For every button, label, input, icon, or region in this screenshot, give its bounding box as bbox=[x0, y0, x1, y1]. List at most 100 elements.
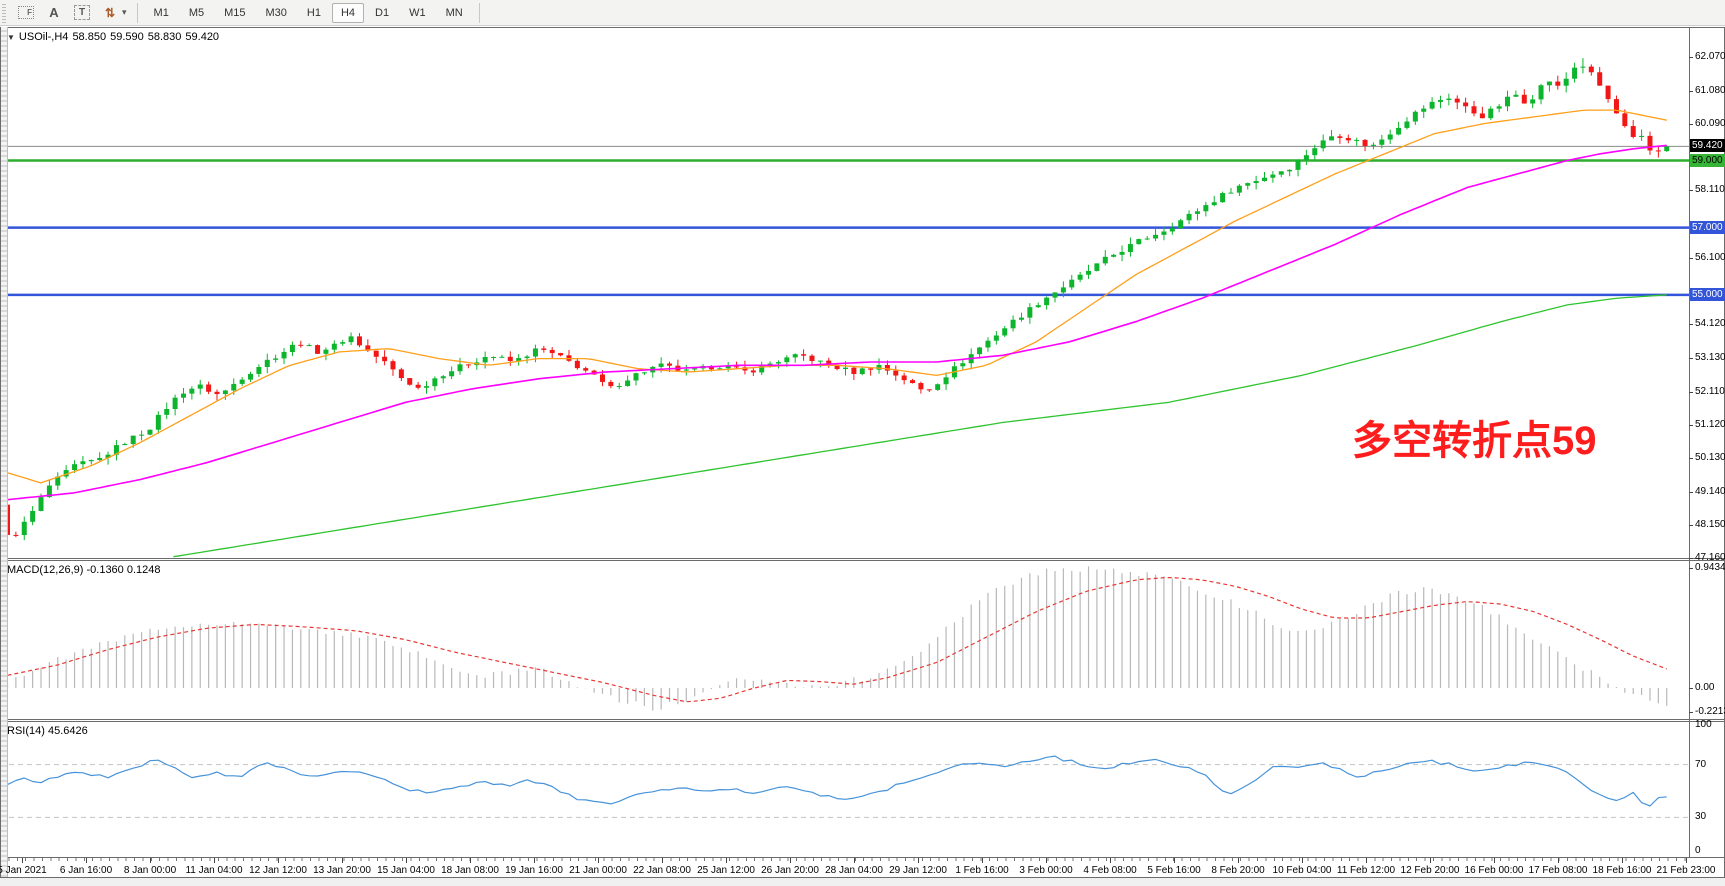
time-axis-label: 12 Feb 20:00 bbox=[1401, 865, 1460, 876]
rsi-panel-top-border[interactable] bbox=[0, 721, 1725, 722]
candle-up bbox=[1203, 205, 1208, 211]
macd-scale-label: 0.00 bbox=[1695, 682, 1714, 693]
time-axis-label: 5 Feb 16:00 bbox=[1147, 865, 1200, 876]
symbol-dropdown-icon[interactable]: ▼ bbox=[7, 33, 15, 42]
rsi-scale-label: 100 bbox=[1695, 719, 1712, 730]
candle-down bbox=[558, 353, 563, 355]
candle-up bbox=[198, 385, 203, 389]
candle-up bbox=[1078, 275, 1083, 280]
time-axis-label: 21 Jan 00:00 bbox=[569, 865, 627, 876]
timeframe-button-M5[interactable]: M5 bbox=[180, 3, 213, 23]
time-axis-label: 11 Feb 12:00 bbox=[1337, 865, 1395, 876]
candle-up bbox=[1237, 186, 1242, 193]
time-axis-label: 18 Feb 16:00 bbox=[1593, 865, 1652, 876]
candle-up bbox=[1530, 99, 1535, 103]
candle-up bbox=[1153, 235, 1158, 239]
grid-f-icon[interactable]: F bbox=[14, 3, 38, 23]
macd-tick-mark bbox=[1689, 688, 1693, 689]
time-axis-tick bbox=[918, 858, 919, 863]
price-tick-mark bbox=[1689, 124, 1693, 125]
candle-down bbox=[1363, 140, 1368, 146]
toolbar-grip[interactable] bbox=[2, 3, 12, 23]
timeframe-button-W1[interactable]: W1 bbox=[400, 3, 435, 23]
textbox-t-icon[interactable]: T bbox=[70, 3, 94, 23]
candle-down bbox=[215, 392, 220, 394]
price-tick-label: 49.140 bbox=[1695, 486, 1725, 497]
main-price-chart[interactable] bbox=[0, 27, 1689, 558]
timeframe-button-H1[interactable]: H1 bbox=[298, 3, 330, 23]
candle-up bbox=[139, 435, 144, 436]
candle-down bbox=[1455, 99, 1460, 103]
time-axis-label: 6 Jan 16:00 bbox=[60, 865, 112, 876]
candle-up bbox=[1312, 148, 1317, 155]
price-tick-mark bbox=[1689, 492, 1693, 493]
timeframe-button-H4[interactable]: H4 bbox=[332, 3, 364, 23]
rsi-scale-label: 30 bbox=[1695, 811, 1706, 822]
candle-up bbox=[1111, 255, 1116, 257]
candle-down bbox=[1622, 113, 1627, 126]
candle-up bbox=[784, 357, 789, 362]
time-axis-label: 4 Feb 08:00 bbox=[1083, 865, 1136, 876]
candle-up bbox=[818, 361, 823, 362]
candle-up bbox=[1446, 99, 1451, 100]
label-a-icon[interactable]: A bbox=[42, 3, 66, 23]
candle-down bbox=[374, 351, 379, 357]
candle-up bbox=[22, 522, 27, 535]
candle-up bbox=[776, 362, 781, 363]
cycle-arrows-icon[interactable]: ⇅ bbox=[98, 3, 122, 23]
timeframe-button-M15[interactable]: M15 bbox=[215, 3, 254, 23]
rsi-scale-label: 70 bbox=[1695, 759, 1706, 770]
time-axis-tick bbox=[790, 858, 791, 863]
price-tick-mark bbox=[1689, 358, 1693, 359]
timeframe-button-MN[interactable]: MN bbox=[437, 3, 472, 23]
macd-panel-top-border[interactable] bbox=[0, 560, 1725, 561]
time-axis-label: 11 Jan 04:00 bbox=[185, 865, 242, 876]
candle-up bbox=[1438, 100, 1443, 102]
candle-up bbox=[1421, 109, 1426, 112]
candle-up bbox=[860, 368, 865, 374]
main-panel-bottom-border bbox=[0, 558, 1725, 559]
time-axis-tick bbox=[1238, 858, 1239, 863]
price-badge-55.000: 55.000 bbox=[1690, 288, 1725, 301]
price-tick-mark bbox=[1689, 190, 1693, 191]
chart-annotation-text: 多空转折点59 bbox=[1352, 408, 1597, 466]
candle-up bbox=[617, 386, 622, 387]
candle-up bbox=[1128, 244, 1133, 252]
textbox-t-glyph: T bbox=[74, 5, 90, 20]
macd-params: MACD(12,26,9) bbox=[7, 564, 83, 576]
dropdown-caret-icon[interactable]: ▾ bbox=[122, 7, 127, 18]
candle-down bbox=[751, 370, 756, 372]
candle-up bbox=[80, 461, 85, 464]
candle-up bbox=[692, 368, 697, 369]
rsi-indicator-chart[interactable] bbox=[0, 721, 1689, 857]
timeframe-button-M1[interactable]: M1 bbox=[145, 3, 178, 23]
macd-indicator-chart[interactable] bbox=[0, 560, 1689, 719]
time-axis-tick bbox=[662, 858, 663, 863]
candle-down bbox=[1589, 67, 1594, 73]
ohlc-open: 58.850 bbox=[72, 31, 106, 43]
time-axis-label: 19 Jan 16:00 bbox=[505, 865, 563, 876]
ohlc-low: 58.830 bbox=[148, 31, 182, 43]
candle-up bbox=[1027, 307, 1032, 317]
left-grip[interactable] bbox=[1, 27, 8, 877]
time-axis-tick bbox=[150, 858, 151, 863]
timeframe-button-M30[interactable]: M30 bbox=[257, 3, 296, 23]
rsi-value: 45.6426 bbox=[48, 725, 88, 737]
candle-up bbox=[1170, 228, 1175, 231]
candle-up bbox=[1086, 271, 1091, 275]
candle-up bbox=[173, 398, 178, 409]
timeframe-button-D1[interactable]: D1 bbox=[366, 3, 398, 23]
candle-up bbox=[1572, 68, 1577, 79]
candle-down bbox=[1631, 126, 1636, 137]
candle-up bbox=[491, 357, 496, 358]
time-axis-label: 29 Jan 12:00 bbox=[889, 865, 947, 876]
candle-up bbox=[793, 354, 798, 357]
candle-up bbox=[1002, 328, 1007, 335]
time-axis-tick bbox=[86, 858, 87, 863]
candle-up bbox=[994, 335, 999, 340]
macd-values: -0.1360 0.1248 bbox=[86, 564, 160, 576]
candle-up bbox=[256, 367, 261, 374]
time-axis-label: 15 Jan 04:00 bbox=[377, 865, 435, 876]
time-axis-tick bbox=[22, 858, 23, 863]
candle-up bbox=[1329, 136, 1334, 140]
